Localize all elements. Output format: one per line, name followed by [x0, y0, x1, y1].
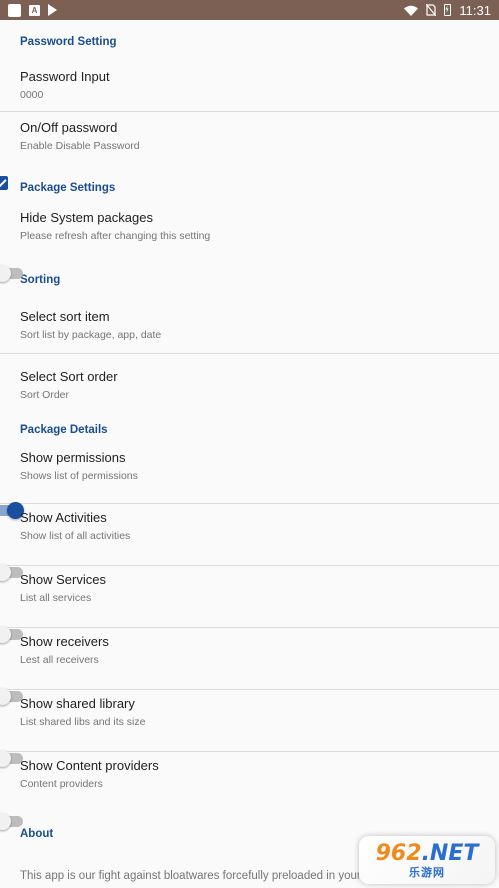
pref-summary: Sort Order	[20, 389, 70, 401]
pref-show-receivers[interactable]: Show receivers Lest all receivers	[0, 628, 499, 705]
pref-summary: Enable Disable Password	[20, 140, 140, 152]
pref-summary: Lest all receivers	[20, 653, 99, 666]
pref-title: Show receivers	[20, 633, 109, 649]
pref-title: Show Activities	[20, 509, 107, 525]
watermark-subtitle: 乐游网	[409, 866, 445, 879]
pref-summary: List all services	[20, 591, 92, 604]
pref-summary: 0000	[20, 88, 44, 101]
pref-summary: Content providers	[20, 778, 103, 790]
pref-show-permissions[interactable]: Show permissions Shows list of permissio…	[0, 446, 499, 519]
status-time: 11:31	[459, 2, 491, 18]
pref-password-input[interactable]: Password Input 0000	[0, 58, 499, 112]
pref-hide-system-packages[interactable]: Hide System packages Please refresh afte…	[0, 204, 499, 282]
pref-summary: Show list of all activities	[20, 529, 131, 542]
show-content-providers-switch[interactable]	[0, 812, 24, 830]
category-sorting: Sorting	[20, 274, 61, 286]
watermark-domain: .NET	[421, 840, 479, 866]
pref-summary: List shared libs and its size	[20, 715, 146, 728]
pref-title: Select sort item	[20, 308, 110, 324]
pref-show-shared-library[interactable]: Show shared library List shared libs and…	[0, 690, 499, 767]
no-sim-icon	[426, 4, 437, 16]
app-square-icon	[8, 3, 21, 17]
pref-title: Show Content providers	[20, 758, 159, 773]
pref-select-sort-order[interactable]: Select Sort order Sort Order	[0, 354, 499, 416]
pref-title: Show permissions	[20, 449, 126, 465]
battery-icon	[444, 4, 452, 16]
a-badge-icon: A	[29, 4, 40, 16]
status-bar: A 11:31	[0, 0, 499, 20]
hide-system-packages-switch[interactable]	[0, 264, 24, 282]
watermark-logo: 962.NET 乐游网	[359, 836, 495, 884]
category-package-settings: Package Settings	[20, 182, 116, 194]
pref-show-services[interactable]: Show Services List all services	[0, 566, 499, 643]
pref-summary: Sort list by package, app, date	[20, 328, 162, 341]
watermark-brand: 962	[375, 840, 422, 866]
play-store-icon	[48, 4, 57, 16]
category-package-details: Package Details	[20, 424, 108, 436]
pref-select-sort-item[interactable]: Select sort item Sort list by package, a…	[0, 296, 499, 354]
pref-title: Password Input	[20, 68, 110, 84]
pref-show-activities[interactable]: Show Activities Show list of all activit…	[0, 504, 499, 581]
preferences-list: Password Setting Password Input 0000 On/…	[0, 20, 499, 850]
about-description: This app is our fight against bloatwares…	[20, 870, 396, 882]
pref-summary: Shows list of permissions	[20, 469, 138, 482]
pref-title: Show Services	[20, 571, 106, 587]
category-password-setting: Password Setting	[20, 36, 117, 48]
wifi-icon	[404, 5, 419, 16]
pref-onoff-password[interactable]: On/Off password Enable Disable Password	[0, 112, 499, 190]
pref-title: Show shared library	[20, 695, 135, 711]
pref-title: Select Sort order	[20, 369, 118, 384]
password-enabled-checkbox[interactable]	[0, 176, 8, 190]
pref-summary: Please refresh after changing this setti…	[20, 230, 211, 242]
pref-show-content-providers[interactable]: Show Content providers Content providers	[0, 752, 499, 830]
pref-title: On/Off password	[20, 120, 118, 135]
pref-title: Hide System packages	[20, 210, 153, 225]
